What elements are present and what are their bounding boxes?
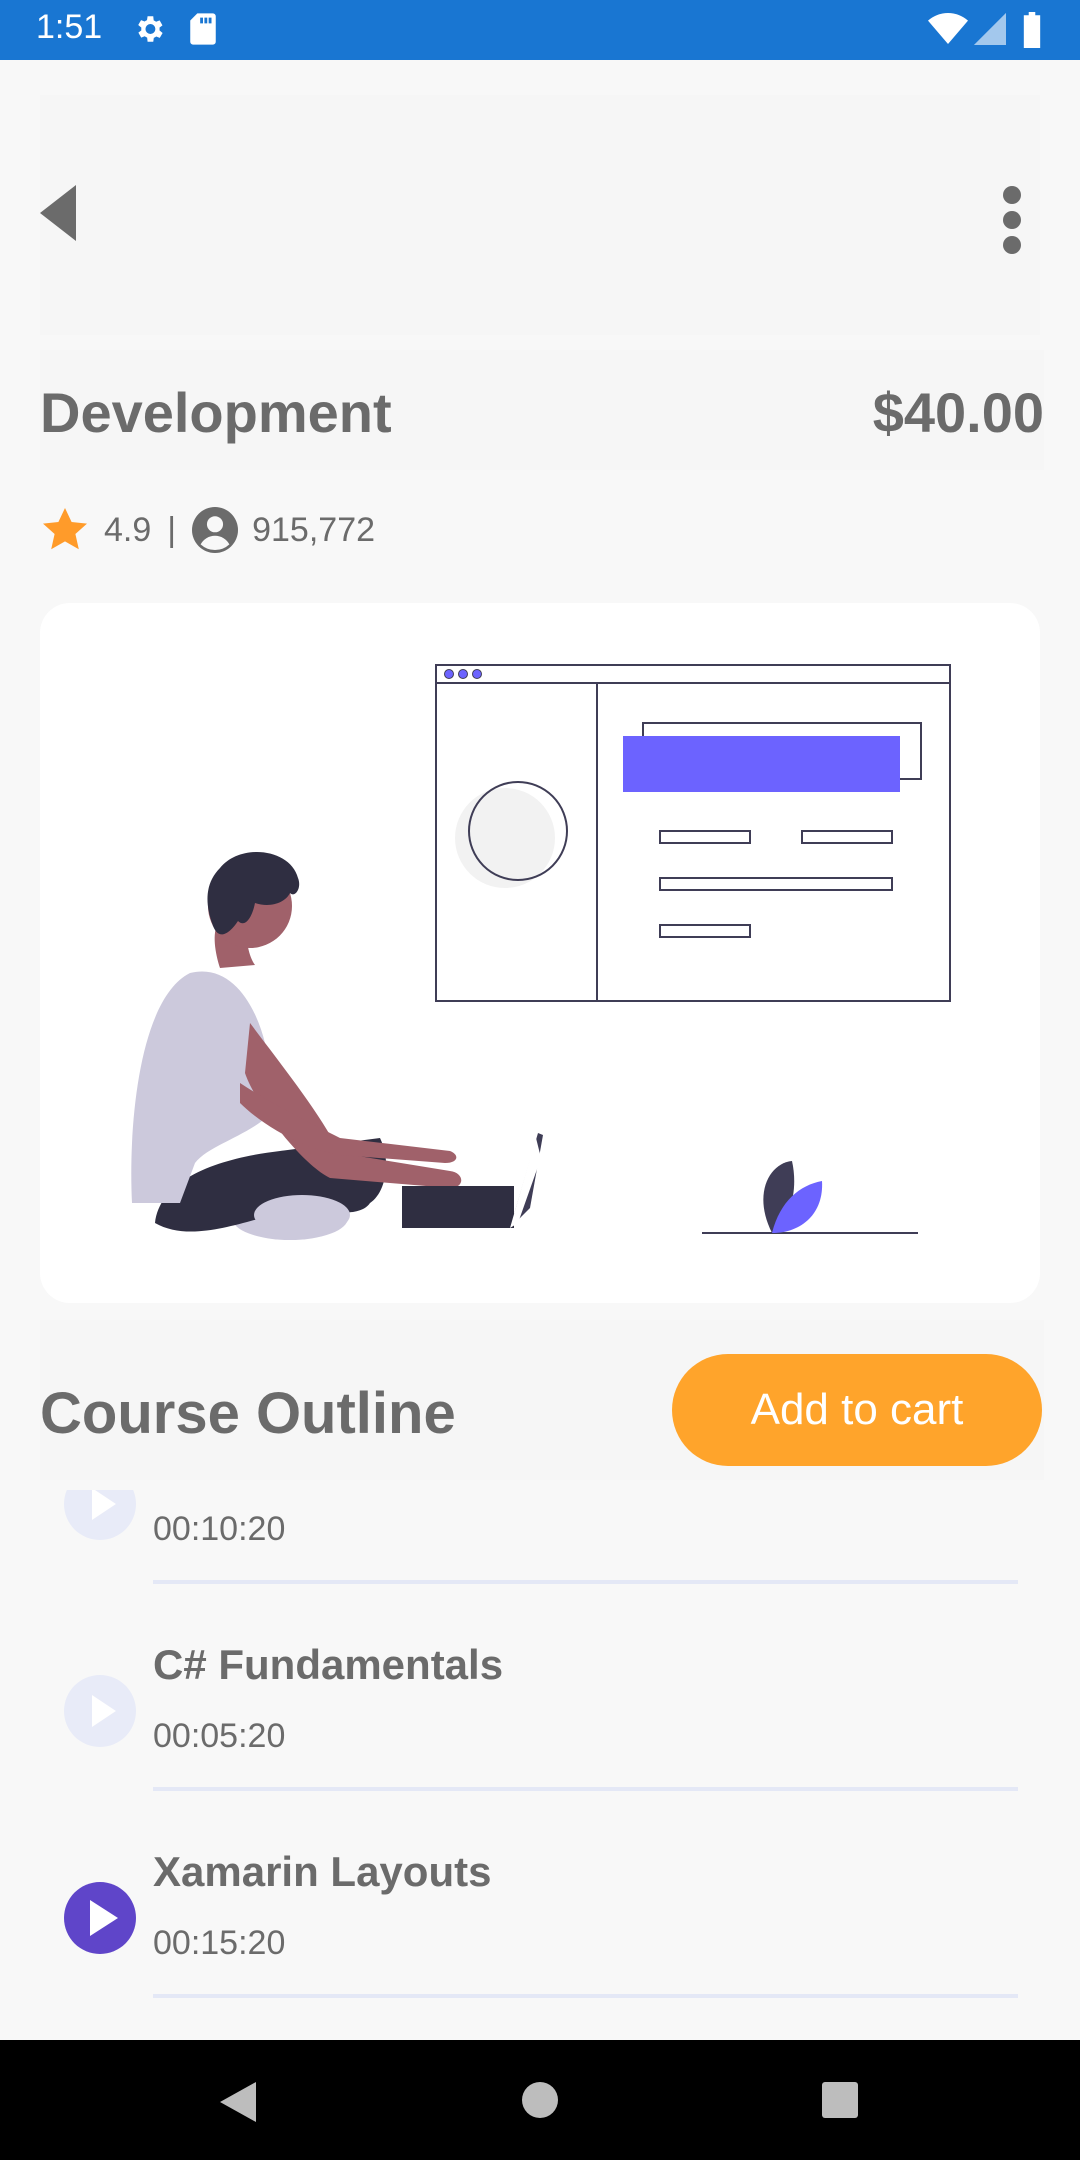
lesson-title: C# Fundamentals	[153, 1641, 504, 1688]
developer-illustration	[131, 664, 951, 1240]
outline-title: Course Outline	[40, 1381, 456, 1446]
back-button[interactable]	[40, 185, 100, 255]
play-icon	[92, 1695, 116, 1727]
play-icon	[90, 1900, 118, 1936]
outline-header: Course Outline Add to cart	[40, 1320, 1044, 1480]
list-item[interactable]: 00:10:20	[0, 1490, 1080, 1584]
course-title: Development	[40, 381, 392, 444]
lesson-title: Xamarin Layouts	[153, 1848, 492, 1895]
signal-icon	[974, 12, 1006, 51]
divider	[153, 1994, 1018, 1998]
rating-value: 4.9	[104, 510, 152, 549]
stats-separator: |	[167, 510, 177, 549]
enrolled-count: 915,772	[252, 510, 376, 549]
course-header: Development $40.00	[40, 350, 1044, 470]
star-icon	[43, 508, 87, 550]
recents-square-icon[interactable]	[820, 2080, 860, 2120]
lesson-duration: 00:05:20	[153, 1717, 286, 1755]
lesson-duration: 00:10:20	[153, 1510, 286, 1548]
back-triangle-icon[interactable]	[218, 2080, 258, 2124]
play-button[interactable]	[64, 1675, 136, 1747]
play-button[interactable]	[64, 1882, 136, 1954]
status-time: 1:51	[36, 8, 103, 46]
list-item[interactable]: Xamarin Layouts 00:15:20	[0, 1784, 1080, 1998]
navigation-bar	[0, 2040, 1080, 2160]
list-item[interactable]: C# Fundamentals 00:05:20	[0, 1577, 1080, 1791]
sd-card-icon	[188, 12, 218, 51]
battery-icon	[1022, 12, 1042, 53]
course-price: $40.00	[872, 381, 1044, 444]
add-to-cart-button[interactable]: Add to cart	[672, 1354, 1042, 1466]
home-circle-icon[interactable]	[520, 2080, 560, 2120]
more-vertical-icon	[1003, 186, 1021, 254]
play-button[interactable]	[64, 1490, 136, 1540]
toolbar	[40, 95, 1040, 335]
gear-icon	[132, 12, 166, 51]
lesson-list[interactable]: 00:10:20 C# Fundamentals 00:05:20 Xamari…	[0, 1490, 1080, 2040]
more-options-button[interactable]	[980, 185, 1040, 255]
course-illustration-card	[40, 603, 1040, 1303]
wifi-icon	[928, 12, 968, 51]
course-stats: 4.9 | 915,772	[40, 500, 375, 560]
user-icon	[192, 507, 239, 553]
lesson-duration: 00:15:20	[153, 1924, 286, 1962]
status-bar: 1:51	[0, 0, 1080, 60]
play-icon	[92, 1490, 116, 1520]
chevron-left-icon	[40, 185, 76, 241]
